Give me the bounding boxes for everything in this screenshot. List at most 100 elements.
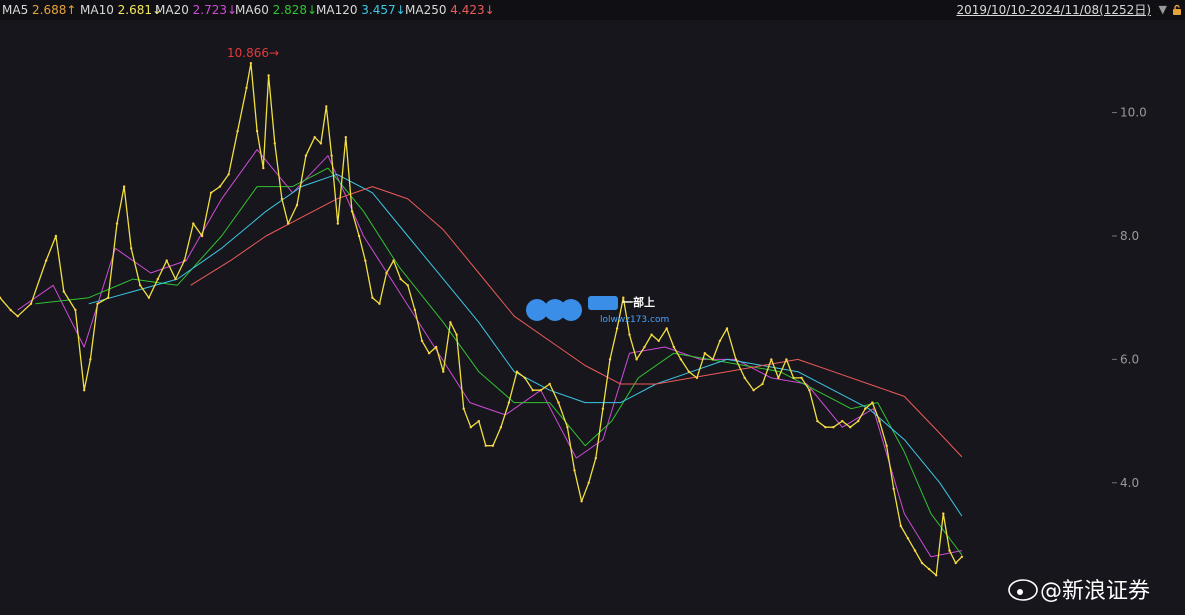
price-point <box>672 345 675 349</box>
price-point <box>635 358 638 361</box>
price-point <box>954 561 957 565</box>
price-point <box>29 302 33 305</box>
price-point <box>344 136 347 139</box>
watermark-text: @新浪证券 <box>1040 579 1150 604</box>
price-point <box>413 308 417 312</box>
price-point <box>54 234 58 238</box>
price-point <box>147 296 151 299</box>
price-point <box>449 321 452 324</box>
price-point <box>800 376 803 380</box>
price-point <box>573 469 576 472</box>
price-point <box>695 376 699 380</box>
price-point <box>192 222 195 225</box>
peak-label: 10.866→ <box>227 46 279 60</box>
price-point <box>286 222 290 225</box>
price-point <box>587 481 590 484</box>
y-axis: 4.0 6.0 8.0 10.0 <box>1112 106 1147 490</box>
price-point <box>906 537 910 540</box>
price-point <box>761 382 764 386</box>
price-point <box>295 203 299 207</box>
price-point <box>245 86 248 90</box>
price-point <box>643 345 646 349</box>
price-point <box>566 426 569 429</box>
price-point <box>725 327 729 330</box>
price-point <box>608 358 612 361</box>
peak-annotation: 10.866→ <box>227 46 279 60</box>
price-point <box>200 234 204 238</box>
price-point <box>364 259 367 262</box>
price-point <box>942 512 945 515</box>
price-point <box>16 315 19 318</box>
price-point <box>628 333 631 336</box>
price-point <box>871 401 874 404</box>
plot-layer <box>0 62 964 577</box>
price-point <box>350 210 354 213</box>
price-point <box>138 284 142 287</box>
price-point <box>249 62 253 65</box>
price-point <box>507 401 511 404</box>
logo-badge-icon <box>588 296 618 310</box>
price-point <box>313 136 316 139</box>
price-point <box>523 376 527 380</box>
price-chart: 4.06.08.010.0 10.866→ 一部上 lolwwz173.com … <box>0 46 1150 604</box>
price-point <box>385 271 388 275</box>
price-point <box>156 277 159 281</box>
price-point <box>899 524 902 528</box>
price-point <box>557 401 560 404</box>
price-point <box>255 129 259 133</box>
price-point <box>484 444 487 447</box>
price-point <box>455 333 458 336</box>
price-point <box>330 154 333 157</box>
price-point <box>711 358 714 361</box>
y-tick-label: 8.0 <box>1120 229 1139 243</box>
price-point <box>885 444 888 447</box>
weibo-watermark: @新浪证券 <box>1008 579 1150 604</box>
price-point <box>319 142 323 145</box>
price-point <box>841 419 844 423</box>
price-point <box>44 259 48 262</box>
series-line-ma60 <box>35 167 963 556</box>
price-point <box>83 389 86 392</box>
logo-text: 一部上 <box>622 295 655 309</box>
chart-root: MA5 2.688↑ MA10 2.681↓ MA20 2.723↓ MA60 … <box>0 0 1185 615</box>
price-point <box>785 358 788 361</box>
price-point <box>857 419 860 423</box>
price-point <box>777 376 780 380</box>
series-line-ma120 <box>88 173 963 517</box>
price-point <box>392 259 395 262</box>
series-line-ma250 <box>190 186 963 458</box>
price-point <box>273 142 276 145</box>
price-point <box>703 352 706 355</box>
price-point <box>515 370 519 373</box>
y-tick-label: 6.0 <box>1120 352 1139 366</box>
price-point <box>357 234 361 238</box>
price-point <box>399 277 402 281</box>
price-point <box>539 389 542 392</box>
price-point <box>892 487 895 491</box>
price-point <box>792 376 795 380</box>
price-point <box>107 296 110 299</box>
price-point <box>74 308 77 312</box>
y-tick-label: 4.0 <box>1120 476 1139 490</box>
price-point <box>832 426 835 429</box>
weibo-icon <box>1008 579 1038 601</box>
logo-url: lolwwz173.com <box>600 315 669 325</box>
price-point <box>165 259 168 262</box>
price-point <box>371 296 374 299</box>
price-point <box>442 370 445 373</box>
price-point <box>948 549 951 552</box>
price-point <box>580 500 583 503</box>
price-point <box>650 333 653 336</box>
price-point <box>734 358 738 361</box>
weibo-eye-icon <box>1017 589 1023 595</box>
price-point <box>420 339 424 343</box>
price-point <box>96 302 99 305</box>
price-point <box>927 567 931 571</box>
price-point <box>89 358 92 361</box>
price-point <box>594 456 597 460</box>
price-point <box>743 376 746 380</box>
price-point <box>849 426 852 429</box>
series-line-price <box>0 62 963 576</box>
price-point <box>183 259 186 262</box>
price-point <box>122 185 126 188</box>
